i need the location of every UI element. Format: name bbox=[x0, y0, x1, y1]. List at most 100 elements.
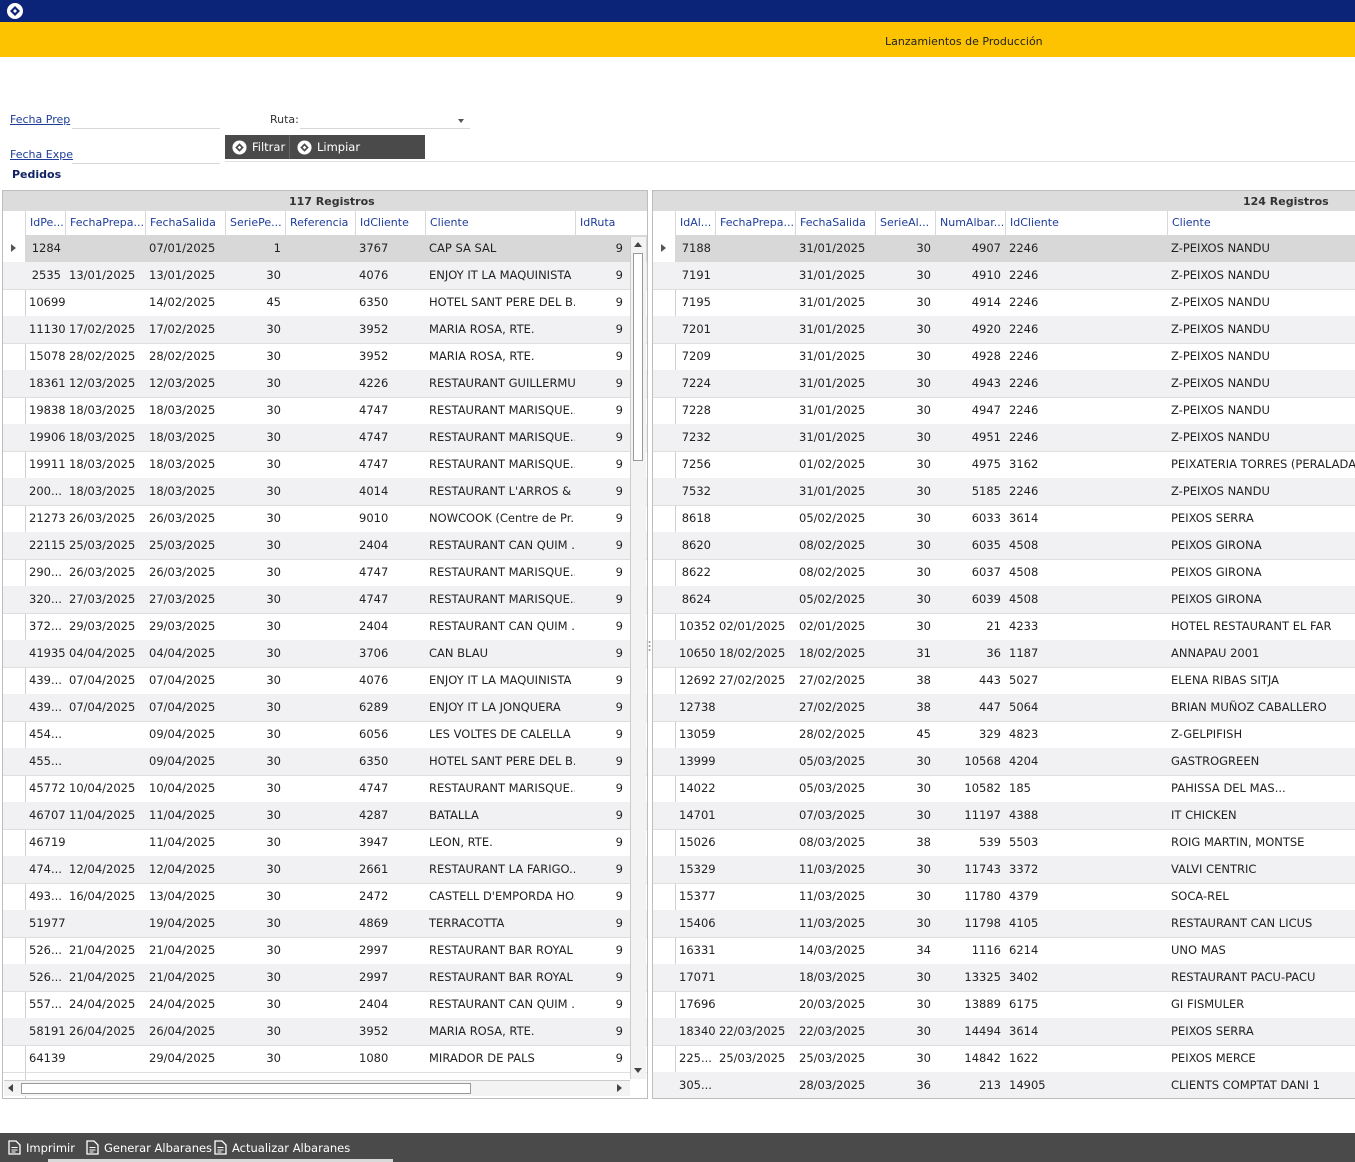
scroll-down-icon[interactable] bbox=[634, 1068, 642, 1073]
row-indicator-cell[interactable] bbox=[653, 289, 675, 317]
table-row[interactable]: 439... 07/04/2025 07/04/2025 30 6289 ENJOY IT… bbox=[25, 694, 647, 722]
table-row[interactable]: 51977 19/04/2025 30 4869 TERRACOTTA 9 bbox=[25, 910, 647, 938]
column-header[interactable]: Cliente bbox=[425, 211, 575, 235]
fecha-expe-label[interactable]: Fecha Expe bbox=[10, 148, 73, 161]
table-row[interactable]: 19838 18/03/2025 18/03/2025 30 4747 RESTAURAN… bbox=[25, 397, 647, 425]
left-grid-horizontal-thumb[interactable] bbox=[21, 1083, 471, 1094]
row-indicator-cell[interactable] bbox=[3, 667, 25, 695]
table-row[interactable]: 305... 28/03/2025 36 213 14905 CLIENTS COMPTA… bbox=[675, 1072, 1355, 1098]
row-indicator-cell[interactable] bbox=[653, 829, 675, 857]
scroll-up-icon[interactable] bbox=[634, 242, 642, 247]
left-grid-vertical-scrollbar[interactable] bbox=[630, 237, 646, 1079]
row-indicator-cell[interactable] bbox=[3, 559, 25, 587]
fecha-prep-input[interactable] bbox=[72, 128, 220, 129]
table-row[interactable]: 7201 31/01/2025 30 4920 2246 Z-PEIXOS NANDU bbox=[675, 316, 1355, 344]
column-header[interactable]: SerieAl... bbox=[875, 211, 935, 235]
row-indicator-cell[interactable] bbox=[3, 1045, 25, 1073]
row-indicator-cell[interactable] bbox=[653, 856, 675, 884]
column-header[interactable]: FechaPrepa... bbox=[715, 211, 795, 235]
left-grid-vertical-thumb[interactable] bbox=[633, 253, 643, 461]
fecha-prep-label[interactable]: Fecha Prep bbox=[10, 113, 70, 126]
table-row[interactable]: 7209 31/01/2025 30 4928 2246 Z-PEIXOS NANDU bbox=[675, 343, 1355, 371]
column-header[interactable]: FechaSalida bbox=[795, 211, 875, 235]
table-row[interactable]: 8618 05/02/2025 30 6033 3614 PEIXOS SERRA bbox=[675, 505, 1355, 533]
table-row[interactable]: 7256 01/02/2025 30 4975 3162 PEIXATERIA TORRE… bbox=[675, 451, 1355, 479]
row-indicator-cell[interactable] bbox=[3, 343, 25, 371]
row-indicator-cell[interactable] bbox=[3, 451, 25, 479]
filtrar-button[interactable]: Filtrar bbox=[232, 135, 285, 159]
table-row[interactable]: 14022 05/03/2025 30 10582 185 PAHISSA DEL MAS… bbox=[675, 775, 1355, 803]
row-indicator-cell[interactable] bbox=[3, 262, 25, 290]
table-row[interactable]: 10352 02/01/2025 02/01/2025 30 21 4233 HOTEL R… bbox=[675, 613, 1355, 641]
row-indicator-cell[interactable] bbox=[653, 748, 675, 776]
row-indicator-cell[interactable] bbox=[3, 424, 25, 452]
scroll-left-icon[interactable] bbox=[8, 1084, 13, 1092]
imprimir-button[interactable]: Imprimir bbox=[8, 1133, 75, 1162]
row-indicator-cell[interactable] bbox=[3, 802, 25, 830]
table-row[interactable]: 439... 07/04/2025 07/04/2025 30 4076 ENJOY IT… bbox=[25, 667, 647, 695]
table-row[interactable]: 454... 09/04/2025 30 6056 LES VOLTES DE CALE… bbox=[25, 721, 647, 749]
table-row[interactable]: 8620 08/02/2025 30 6035 4508 PEIXOS GIRONA bbox=[675, 532, 1355, 560]
column-header[interactable]: IdCliente bbox=[1005, 211, 1167, 235]
row-indicator-cell[interactable] bbox=[653, 559, 675, 587]
row-indicator-cell[interactable] bbox=[3, 856, 25, 884]
row-indicator-cell[interactable] bbox=[653, 775, 675, 803]
row-indicator-cell[interactable] bbox=[3, 721, 25, 749]
row-indicator-cell[interactable] bbox=[653, 424, 675, 452]
table-row[interactable]: 22115 25/03/2025 25/03/2025 30 2404 RESTAURAN… bbox=[25, 532, 647, 560]
row-indicator-cell[interactable] bbox=[3, 235, 25, 263]
table-row[interactable]: 14701 07/03/2025 30 11197 4388 IT CHICKEN bbox=[675, 802, 1355, 830]
row-indicator-cell[interactable] bbox=[3, 532, 25, 560]
row-indicator-cell[interactable] bbox=[653, 316, 675, 344]
table-row[interactable]: 8622 08/02/2025 30 6037 4508 PEIXOS GIRONA bbox=[675, 559, 1355, 587]
table-row[interactable]: 526... 21/04/2025 21/04/2025 30 2997 RESTAURA… bbox=[25, 964, 647, 992]
row-indicator-cell[interactable] bbox=[653, 802, 675, 830]
table-row[interactable]: 7228 31/01/2025 30 4947 2246 Z-PEIXOS NANDU bbox=[675, 397, 1355, 425]
column-header[interactable]: IdPe... bbox=[25, 211, 65, 235]
table-row[interactable]: 2535 13/01/2025 13/01/2025 30 4076 ENJOY IT L… bbox=[25, 262, 647, 290]
row-indicator-cell[interactable] bbox=[3, 775, 25, 803]
table-row[interactable]: 21273 26/03/2025 26/03/2025 30 9010 NOWCOOK (… bbox=[25, 505, 647, 533]
row-indicator-cell[interactable] bbox=[3, 964, 25, 992]
fecha-expe-input[interactable] bbox=[72, 163, 220, 164]
row-indicator-cell[interactable] bbox=[3, 397, 25, 425]
table-row[interactable]: 225... 25/03/2025 25/03/2025 30 14842 1622 PEI… bbox=[675, 1045, 1355, 1073]
table-row[interactable]: 200... 18/03/2025 18/03/2025 30 4014 RESTAURA… bbox=[25, 478, 647, 506]
table-row[interactable]: 290... 26/03/2025 26/03/2025 30 4747 RESTAURA… bbox=[25, 559, 647, 587]
row-indicator-cell[interactable] bbox=[653, 613, 675, 641]
column-header[interactable]: FechaSalida bbox=[145, 211, 225, 235]
table-row[interactable]: 10699 14/02/2025 45 6350 HOTEL SANT PERE DEL… bbox=[25, 289, 647, 317]
table-row[interactable]: 41935 04/04/2025 04/04/2025 30 3706 CAN BLAU 9 bbox=[25, 640, 647, 668]
row-indicator-cell[interactable] bbox=[3, 613, 25, 641]
table-row[interactable]: 15406 11/03/2025 30 11798 4105 RESTAURANT CAN… bbox=[675, 910, 1355, 938]
row-indicator-cell[interactable] bbox=[653, 370, 675, 398]
row-indicator-cell[interactable] bbox=[3, 478, 25, 506]
column-header[interactable]: FechaPrepa... bbox=[65, 211, 145, 235]
row-indicator-cell[interactable] bbox=[3, 910, 25, 938]
column-header[interactable]: IdAl... bbox=[675, 211, 715, 235]
table-row[interactable]: 58191 26/04/2025 26/04/2025 30 3952 MARIA ROS… bbox=[25, 1018, 647, 1046]
row-indicator-cell[interactable] bbox=[653, 991, 675, 1019]
row-indicator-cell[interactable] bbox=[653, 505, 675, 533]
row-indicator-cell[interactable] bbox=[653, 1018, 675, 1046]
column-header[interactable]: Cliente bbox=[1167, 211, 1355, 235]
row-indicator-cell[interactable] bbox=[653, 478, 675, 506]
ruta-select[interactable] bbox=[300, 128, 470, 129]
table-row[interactable]: 45772 10/04/2025 10/04/2025 30 4747 RESTAURAN… bbox=[25, 775, 647, 803]
row-indicator-cell[interactable] bbox=[3, 829, 25, 857]
pedidos-grid[interactable]: 117 Registros IdPe... FechaPrepa... FechaS… bbox=[2, 190, 648, 1099]
row-indicator-cell[interactable] bbox=[3, 289, 25, 317]
table-row[interactable]: 46707 11/04/2025 11/04/2025 30 4287 BATALLA 9 bbox=[25, 802, 647, 830]
table-row[interactable]: 493... 16/04/2025 13/04/2025 30 2472 CASTELL … bbox=[25, 883, 647, 911]
row-indicator-cell[interactable] bbox=[653, 235, 675, 263]
row-indicator-cell[interactable] bbox=[3, 748, 25, 776]
row-indicator-cell[interactable] bbox=[653, 667, 675, 695]
row-indicator-cell[interactable] bbox=[653, 910, 675, 938]
column-header[interactable]: NumAlbar... bbox=[935, 211, 1005, 235]
actualizar-albaranes-button[interactable]: Actualizar Albaranes bbox=[214, 1133, 350, 1162]
column-header[interactable]: Referencia bbox=[285, 211, 355, 235]
row-indicator-cell[interactable] bbox=[653, 883, 675, 911]
table-row[interactable]: 474... 12/04/2025 12/04/2025 30 2661 RESTAURA… bbox=[25, 856, 647, 884]
table-row[interactable]: 13999 05/03/2025 30 10568 4204 GASTROGREEN bbox=[675, 748, 1355, 776]
scroll-right-icon[interactable] bbox=[617, 1084, 622, 1092]
